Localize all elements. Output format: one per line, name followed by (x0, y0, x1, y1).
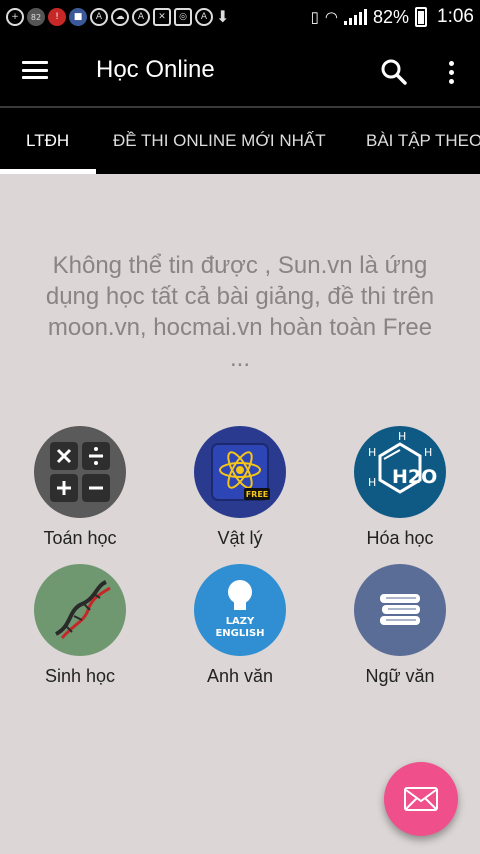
mail-icon (404, 787, 438, 811)
clock-time: 1:06 (437, 6, 474, 27)
notification-icons: + 82 ! ■ A ☁ A ✕ ◎ A ⬇ (6, 7, 229, 27)
free-badge: FREE (246, 490, 269, 499)
lightbulb-icon: LAZY ENGLISH (194, 564, 286, 656)
lock-app-icon: ■ (69, 8, 87, 26)
atom-label: H (424, 446, 432, 459)
battery-icon (415, 7, 428, 27)
grid-app-icon: ✕ (153, 8, 171, 26)
vibrate-icon: ▯ (310, 9, 319, 26)
more-options-button[interactable] (436, 54, 466, 90)
atom-label: H (398, 430, 406, 443)
subject-label: Vật lý (217, 528, 263, 548)
atom-label: H (368, 446, 376, 459)
tab-ltdh[interactable]: LTĐH (26, 108, 69, 174)
dna-icon (34, 564, 126, 656)
subject-toan-hoc[interactable]: Toán học (0, 426, 160, 549)
tab-de-thi-online[interactable]: ĐỀ THI ONLINE MỚI NHẤT (113, 108, 326, 174)
more-dot-icon (448, 78, 454, 84)
app-title: Học Online (96, 56, 215, 83)
instagram-icon: ◎ (174, 8, 192, 26)
subject-label: Hóa học (366, 528, 434, 548)
h2o-label: H2O (392, 466, 437, 488)
english-text: ENGLISH (215, 628, 264, 639)
subject-label: Sinh học (44, 666, 116, 686)
subject-hoa-hoc[interactable]: H H H H H2O Hóa học (320, 426, 480, 549)
subject-ngu-van[interactable]: Ngữ văn (320, 564, 480, 687)
weather-icon: ☁ (111, 8, 129, 26)
menu-button[interactable] (0, 34, 70, 106)
app-a-icon: A (90, 8, 108, 26)
app-bar: Học Online (0, 34, 480, 106)
more-dot-icon (448, 69, 454, 75)
download-icon: ⬇ (216, 9, 230, 26)
subject-vat-ly[interactable]: FREE Vật lý (160, 426, 320, 549)
notification-count-badge: 82 (27, 8, 45, 26)
add-notification-icon: + (6, 8, 24, 26)
mail-fab-button[interactable] (384, 762, 458, 836)
main-content: Không thể tin được , Sun.vn là ứng dụng … (0, 174, 480, 854)
subject-sinh-hoc[interactable]: Sinh học (0, 564, 160, 687)
atom-label: H (368, 476, 376, 489)
battery-percent: 82% (372, 6, 410, 27)
more-dot-icon (448, 60, 454, 66)
subject-anh-van[interactable]: LAZY ENGLISH Anh văn (160, 564, 320, 687)
tab-bai-tap[interactable]: BÀI TẬP THEO (366, 108, 480, 174)
status-bar: + 82 ! ■ A ☁ A ✕ ◎ A ⬇ ▯ ◠ 82% 1:06 (0, 0, 480, 34)
app-a2-icon: A (195, 8, 213, 26)
thermometer-icon: ! (48, 8, 66, 26)
hamburger-icon (22, 61, 48, 79)
books-icon (354, 564, 446, 656)
h2o-molecule-icon: H H H H H2O (354, 426, 446, 518)
app-alert-icon: A (132, 8, 150, 26)
subject-label: Anh văn (206, 666, 274, 686)
subject-label: Toán học (43, 528, 117, 548)
tab-bar: LTĐH ĐỀ THI ONLINE MỚI NHẤT BÀI TẬP THEO (0, 108, 480, 174)
promo-headline: Không thể tin được , Sun.vn là ứng dụng … (45, 252, 435, 372)
subject-label: Ngữ văn (365, 666, 435, 686)
atom-icon: FREE (194, 426, 286, 518)
calculator-icon (34, 426, 126, 518)
search-icon (381, 59, 407, 85)
signal-icon (343, 9, 367, 25)
lazy-text: LAZY (226, 616, 255, 627)
wifi-icon: ◠ (324, 9, 338, 26)
search-button[interactable] (376, 54, 412, 90)
